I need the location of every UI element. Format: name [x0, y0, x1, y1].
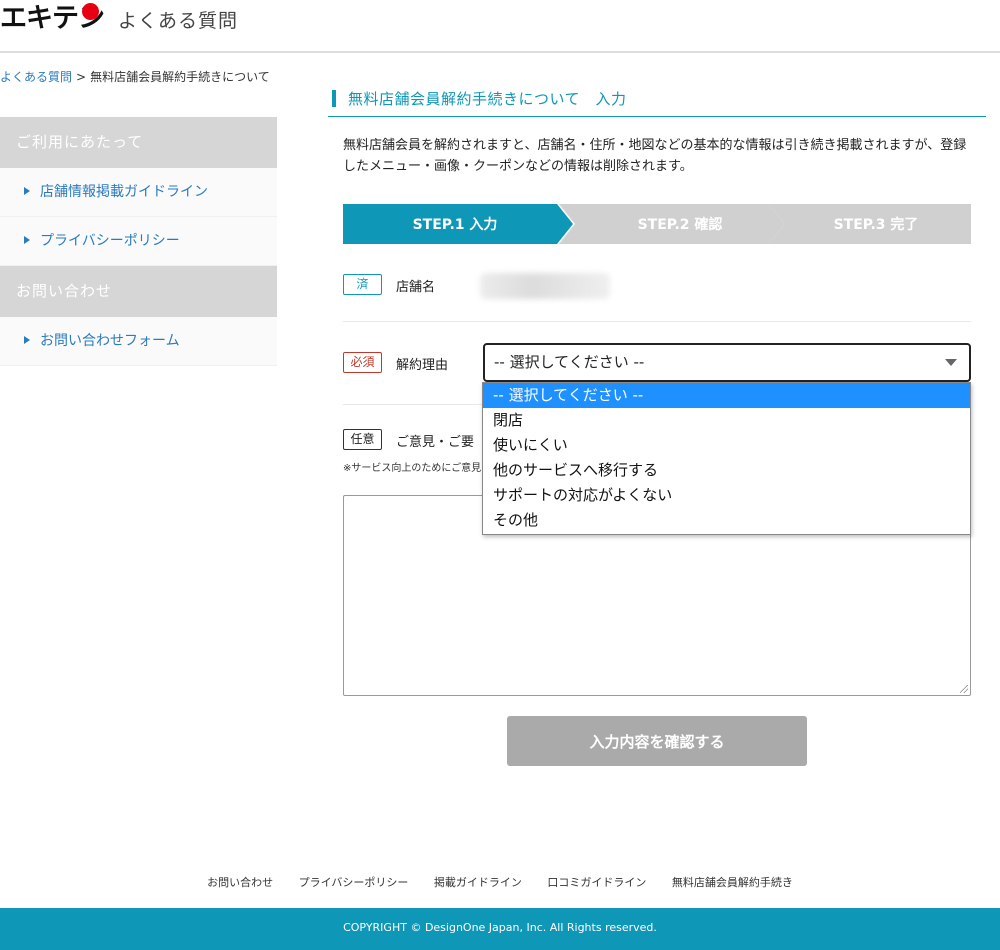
footer-link-guideline[interactable]: 掲載ガイドライン	[434, 876, 522, 889]
step-label: STEP.2 確認	[637, 217, 723, 233]
step-label: STEP.3 完了	[833, 217, 919, 233]
triangle-right-icon	[24, 187, 30, 195]
ekiten-logo[interactable]: エキテン	[0, 3, 105, 34]
confirm-button[interactable]: 入力内容を確認する	[507, 716, 807, 766]
sidebar-item-privacy[interactable]: プライバシーポリシー	[0, 217, 277, 266]
breadcrumb-home-link[interactable]: よくある質問	[0, 70, 72, 84]
sidebar: ご利用にあたって 店舗情報掲載ガイドライン プライバシーポリシー お問い合わせ …	[0, 117, 277, 366]
step-1-input: STEP.1 入力	[343, 204, 573, 244]
site-title: よくある質問	[118, 10, 239, 32]
sidebar-item-label: お問い合わせフォーム	[40, 333, 180, 349]
reason-select[interactable]: -- 選択してください --	[483, 343, 971, 382]
footer-link-cancellation[interactable]: 無料店舗会員解約手続き	[672, 876, 793, 889]
dropdown-option-hard-to-use[interactable]: 使いにくい	[483, 433, 970, 458]
footer-link-contact[interactable]: お問い合わせ	[207, 876, 273, 889]
resize-handle-icon[interactable]	[960, 685, 968, 693]
sidebar-item-label: 店舗情報掲載ガイドライン	[40, 184, 208, 200]
dropdown-option-closed[interactable]: 閉店	[483, 408, 970, 433]
step-3-complete: STEP.3 完了	[769, 204, 971, 244]
copyright-text: COPYRIGHT © DesignOne Japan, Inc. All Ri…	[343, 921, 657, 934]
sidebar-item-contact-form[interactable]: お問い合わせフォーム	[0, 317, 277, 366]
optional-badge: 任意	[343, 429, 382, 450]
breadcrumb: よくある質問 > 無料店舗会員解約手続きについて	[0, 68, 270, 85]
sidebar-heading-contact: お問い合わせ	[0, 266, 277, 317]
step-indicator: STEP.3 完了 STEP.2 確認 STEP.1 入力	[343, 204, 971, 244]
triangle-right-icon	[24, 336, 30, 344]
reason-dropdown-list[interactable]: -- 選択してください -- 閉店 使いにくい 他のサービスへ移行する サポート…	[482, 382, 971, 535]
site-header: エキテン よくある質問	[0, 0, 1000, 53]
footer-link-privacy[interactable]: プライバシーポリシー	[299, 876, 409, 889]
triangle-right-icon	[24, 236, 30, 244]
shop-name-label: 店舗名	[396, 280, 436, 295]
dropdown-option-bad-support[interactable]: サポートの対応がよくない	[483, 483, 970, 508]
shop-name-value-redacted	[480, 273, 610, 299]
divider	[343, 321, 971, 322]
page-title: 無料店舗会員解約手続きについて 入力	[328, 85, 986, 117]
sidebar-item-label: プライバシーポリシー	[40, 233, 180, 249]
status-badge-done: 済	[343, 274, 382, 295]
opinion-note: ※サービス向上のためにご意見	[343, 463, 482, 474]
copyright-bar: COPYRIGHT © DesignOne Japan, Inc. All Ri…	[0, 908, 1000, 950]
footer-link-review-guideline[interactable]: 口コミガイドライン	[547, 876, 646, 889]
dropdown-option-migrate[interactable]: 他のサービスへ移行する	[483, 458, 970, 483]
dropdown-option-other[interactable]: その他	[483, 508, 970, 533]
opinion-label: ご意見・ご要	[396, 435, 475, 450]
page-title-text: 無料店舗会員解約手続きについて 入力	[348, 90, 627, 108]
sidebar-item-guideline[interactable]: 店舗情報掲載ガイドライン	[0, 168, 277, 217]
title-accent-bar	[332, 90, 336, 107]
required-badge: 必須	[343, 352, 382, 373]
step-label: STEP.1 入力	[412, 217, 498, 233]
intro-text: 無料店舗会員を解約されますと、店舗名・住所・地図などの基本的な情報は引き続き掲載…	[343, 138, 967, 174]
footer-links: お問い合わせ プライバシーポリシー 掲載ガイドライン 口コミガイドライン 無料店…	[0, 874, 1000, 890]
reason-select-value: -- 選択してください --	[494, 353, 645, 371]
breadcrumb-separator: >	[76, 70, 87, 84]
breadcrumb-current: 無料店舗会員解約手続きについて	[90, 70, 270, 84]
dropdown-option-placeholder[interactable]: -- 選択してください --	[483, 383, 970, 408]
step-2-confirm: STEP.2 確認	[559, 204, 785, 244]
sidebar-heading-usage: ご利用にあたって	[0, 117, 277, 168]
chevron-down-icon	[945, 359, 957, 366]
logo-red-dot-icon	[82, 3, 99, 20]
reason-label: 解約理由	[396, 358, 449, 373]
